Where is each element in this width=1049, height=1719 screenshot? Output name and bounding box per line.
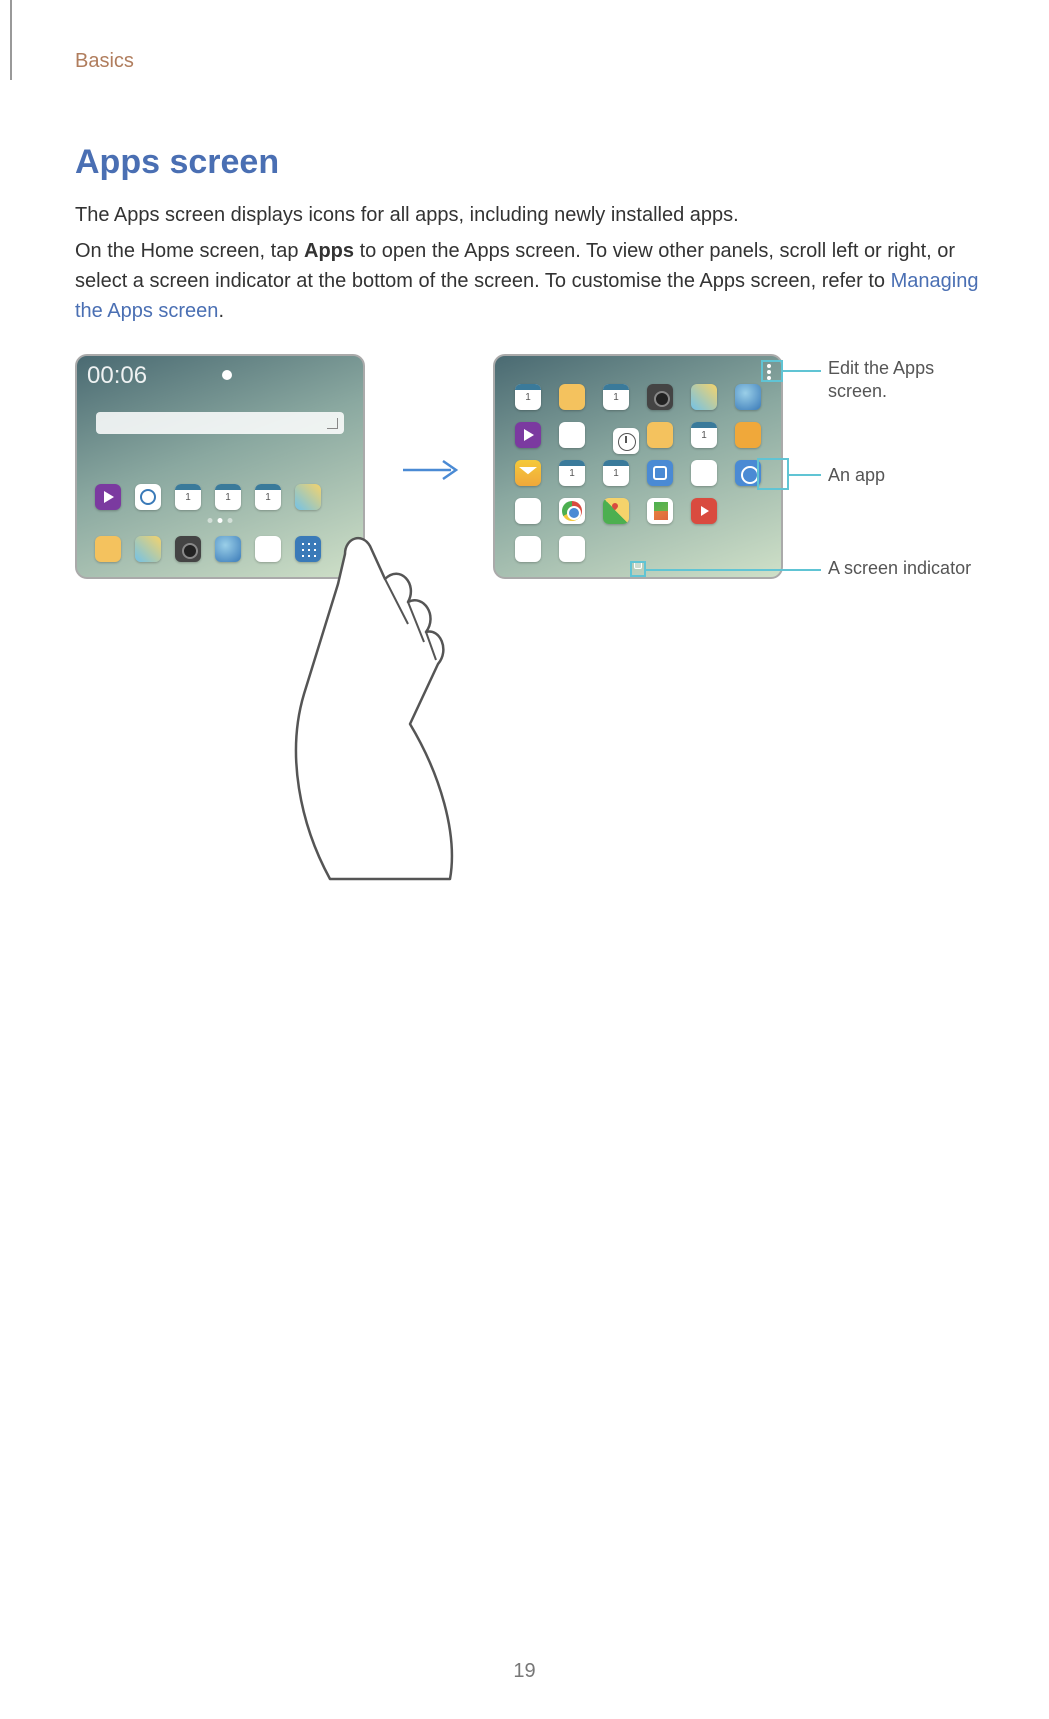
- myfiles-icon: [647, 422, 673, 448]
- home-page-indicator: [208, 518, 233, 523]
- memo-icon: [175, 484, 201, 510]
- search-widget: [96, 412, 344, 434]
- maps-icon: [603, 498, 629, 524]
- callout-text-app: An app: [828, 464, 885, 487]
- section-heading: Apps screen: [75, 143, 984, 182]
- galaxyapps-icon: [515, 498, 541, 524]
- chapter-title: Basics: [75, 50, 984, 73]
- home-clock: 00:06: [87, 362, 147, 390]
- gallery2-icon: [691, 384, 717, 410]
- microsoft-folder-icon: [559, 536, 585, 562]
- video-icon: [95, 484, 121, 510]
- apps-bold: Apps: [304, 240, 354, 262]
- cal3-icon: [559, 460, 585, 486]
- page-edge-line: [10, 0, 12, 80]
- para2-part-a: On the Home screen, tap: [75, 240, 304, 262]
- figure-area: 00:06: [75, 354, 984, 994]
- blank-icon: [255, 536, 281, 562]
- apps-grid: [515, 384, 761, 574]
- leader-line-edit: [783, 370, 821, 372]
- files-icon: [95, 536, 121, 562]
- weather-icon: [222, 370, 232, 380]
- splanner-icon: [691, 422, 717, 448]
- clock-icon: [613, 428, 639, 454]
- kids-icon: [735, 422, 761, 448]
- music-icon: [559, 422, 585, 448]
- collage-icon: [295, 484, 321, 510]
- tablet-apps-screen: [493, 354, 783, 579]
- callout-text-edit: Edit the Apps screen.: [828, 357, 998, 402]
- home-dock-row: [95, 536, 321, 562]
- calendar-icon: [215, 484, 241, 510]
- memo2-icon: [603, 384, 629, 410]
- gallery-icon: [135, 536, 161, 562]
- leader-line-indicator: [646, 569, 821, 571]
- internet-icon: [215, 536, 241, 562]
- para2-part-c: .: [218, 300, 224, 322]
- hancom-icon: [691, 460, 717, 486]
- internet2-icon: [735, 384, 761, 410]
- home-row-widgets: [95, 484, 321, 510]
- apps-page-indicator: [634, 561, 642, 569]
- smartmgr-icon: [647, 460, 673, 486]
- leader-line-app: [789, 474, 821, 476]
- contacts-icon: [603, 460, 629, 486]
- browser-ring-icon: [135, 484, 161, 510]
- youtube-icon: [691, 498, 717, 524]
- settings-icon: [735, 460, 761, 486]
- camera-icon: [175, 536, 201, 562]
- apps-edit-menu-icon: [767, 364, 771, 380]
- chrome-icon: [559, 498, 585, 524]
- video2-icon: [515, 422, 541, 448]
- intro-paragraph-1: The Apps screen displays icons for all a…: [75, 200, 984, 230]
- callout-text-indicator: A screen indicator: [828, 557, 971, 580]
- camera2-icon: [647, 384, 673, 410]
- intro-paragraph-2: On the Home screen, tap Apps to open the…: [75, 236, 984, 326]
- page-number: 19: [0, 1660, 1049, 1683]
- calculator-icon: [515, 384, 541, 410]
- files2-icon: [559, 384, 585, 410]
- playstore-icon: [647, 498, 673, 524]
- transition-arrow-icon: [401, 458, 463, 482]
- calendar2-icon: [255, 484, 281, 510]
- email-icon: [515, 460, 541, 486]
- hand-tap-icon: [290, 524, 490, 884]
- google-folder-icon: [515, 536, 541, 562]
